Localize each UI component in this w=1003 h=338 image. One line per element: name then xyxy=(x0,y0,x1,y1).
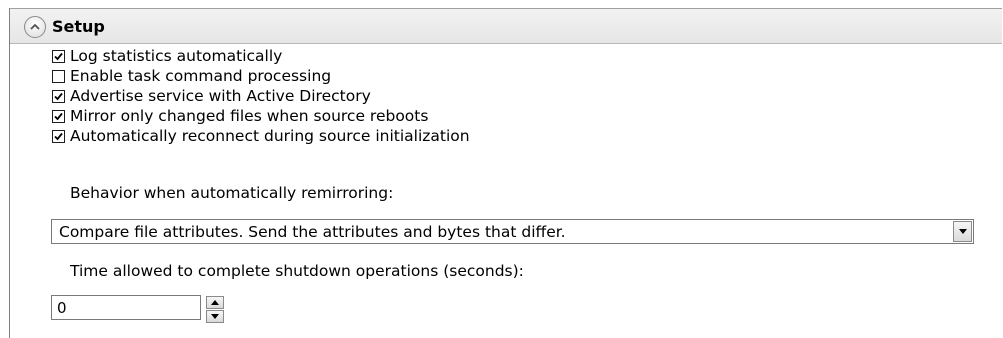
checkmark-icon xyxy=(54,132,63,140)
shutdown-time-input[interactable] xyxy=(51,295,201,320)
checkbox[interactable] xyxy=(52,89,65,103)
dropdown-button[interactable] xyxy=(953,221,972,242)
checkbox-log-statistics[interactable]: Log statistics automatically xyxy=(52,46,470,66)
checkbox-mirror-changed-files[interactable]: Mirror only changed files when source re… xyxy=(52,106,470,126)
shutdown-time-label: Time allowed to complete shutdown operat… xyxy=(70,262,524,280)
checkbox-enable-task-commands[interactable]: Enable task command processing xyxy=(52,66,470,86)
checkbox-label: Enable task command processing xyxy=(70,67,332,85)
checkbox[interactable] xyxy=(52,69,65,83)
select-value: Compare file attributes. Send the attrib… xyxy=(59,223,566,241)
section-header[interactable]: Setup xyxy=(10,9,1002,44)
checkbox-list: Log statistics automatically Enable task… xyxy=(52,46,470,146)
checkbox-label: Mirror only changed files when source re… xyxy=(70,107,429,125)
checkbox-label: Automatically reconnect during source in… xyxy=(70,127,470,145)
spin-up-button[interactable] xyxy=(206,296,224,309)
chevron-down-icon xyxy=(959,229,967,234)
checkmark-icon xyxy=(54,92,63,100)
arrow-up-icon xyxy=(211,300,219,305)
checkbox-auto-reconnect[interactable]: Automatically reconnect during source in… xyxy=(52,126,470,146)
checkbox[interactable] xyxy=(52,109,65,123)
remirror-behavior-label: Behavior when automatically remirroring: xyxy=(70,184,394,202)
section-title: Setup xyxy=(52,17,105,36)
checkmark-icon xyxy=(54,52,63,60)
collapse-button[interactable] xyxy=(24,16,46,38)
arrow-down-icon xyxy=(211,314,219,319)
remirror-behavior-select[interactable]: Compare file attributes. Send the attrib… xyxy=(51,219,974,244)
checkbox[interactable] xyxy=(52,49,65,63)
checkbox-label: Log statistics automatically xyxy=(70,47,283,65)
spin-down-button[interactable] xyxy=(206,310,224,323)
chevron-up-icon xyxy=(30,23,40,30)
checkbox-label: Advertise service with Active Directory xyxy=(70,87,371,105)
checkbox-advertise-service[interactable]: Advertise service with Active Directory xyxy=(52,86,470,106)
checkbox[interactable] xyxy=(52,129,65,143)
checkmark-icon xyxy=(54,112,63,120)
